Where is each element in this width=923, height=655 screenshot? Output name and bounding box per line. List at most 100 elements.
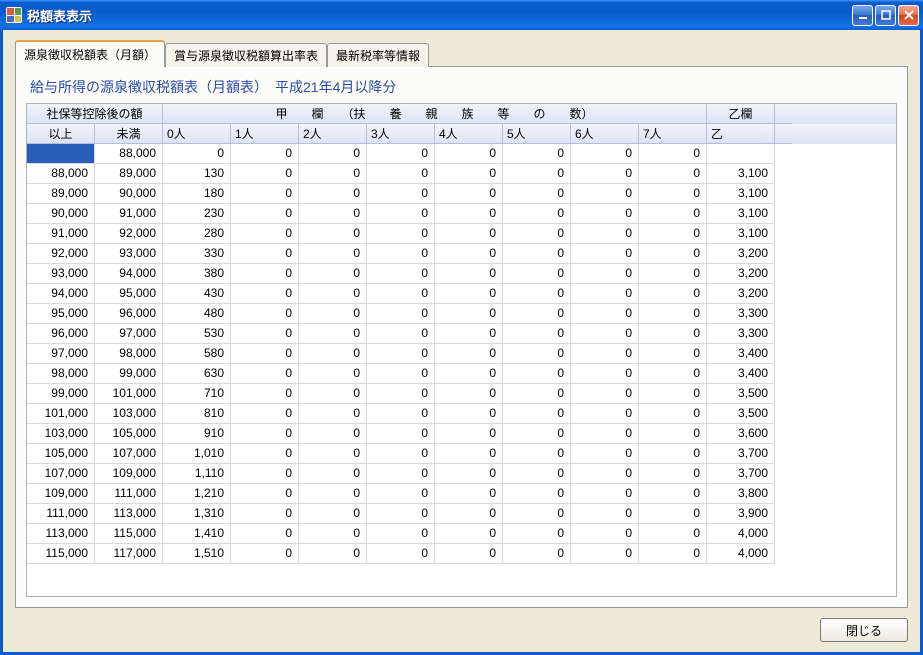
cell-ijo[interactable]	[27, 144, 95, 164]
col-header-miman[interactable]: 未満	[95, 124, 163, 144]
cell-p7[interactable]: 0	[639, 284, 707, 304]
cell-p4[interactable]: 0	[435, 524, 503, 544]
cell-p0[interactable]: 810	[163, 404, 231, 424]
cell-p1[interactable]: 0	[231, 404, 299, 424]
cell-miman[interactable]: 115,000	[95, 524, 163, 544]
cell-p7[interactable]: 0	[639, 364, 707, 384]
cell-p6[interactable]: 0	[571, 244, 639, 264]
cell-p1[interactable]: 0	[231, 524, 299, 544]
cell-p2[interactable]: 0	[299, 524, 367, 544]
cell-ijo[interactable]: 113,000	[27, 524, 95, 544]
cell-p7[interactable]: 0	[639, 184, 707, 204]
cell-p3[interactable]: 0	[367, 504, 435, 524]
cell-p1[interactable]: 0	[231, 464, 299, 484]
table-row[interactable]: 105,000107,0001,01000000003,700	[27, 444, 896, 464]
cell-p5[interactable]: 0	[503, 224, 571, 244]
table-row[interactable]: 93,00094,00038000000003,200	[27, 264, 896, 284]
cell-p2[interactable]: 0	[299, 484, 367, 504]
cell-p5[interactable]: 0	[503, 204, 571, 224]
cell-p4[interactable]: 0	[435, 344, 503, 364]
cell-p5[interactable]: 0	[503, 144, 571, 164]
cell-p3[interactable]: 0	[367, 264, 435, 284]
cell-p2[interactable]: 0	[299, 384, 367, 404]
cell-p6[interactable]: 0	[571, 444, 639, 464]
cell-p7[interactable]: 0	[639, 384, 707, 404]
cell-p7[interactable]: 0	[639, 344, 707, 364]
cell-ijo[interactable]: 88,000	[27, 164, 95, 184]
cell-ijo[interactable]: 111,000	[27, 504, 95, 524]
cell-p1[interactable]: 0	[231, 264, 299, 284]
cell-p0[interactable]: 1,310	[163, 504, 231, 524]
cell-p1[interactable]: 0	[231, 244, 299, 264]
cell-p3[interactable]: 0	[367, 304, 435, 324]
table-row[interactable]: 89,00090,00018000000003,100	[27, 184, 896, 204]
col-header-kou[interactable]: 甲 欄 （扶 養 親 族 等 の 数）	[163, 104, 707, 124]
cell-p1[interactable]: 0	[231, 504, 299, 524]
cell-p6[interactable]: 0	[571, 484, 639, 504]
cell-p4[interactable]: 0	[435, 164, 503, 184]
cell-p2[interactable]: 0	[299, 204, 367, 224]
cell-p5[interactable]: 0	[503, 384, 571, 404]
cell-p3[interactable]: 0	[367, 244, 435, 264]
col-header-otsu-span[interactable]: 乙欄	[707, 104, 775, 124]
table-row[interactable]: 91,00092,00028000000003,100	[27, 224, 896, 244]
cell-p4[interactable]: 0	[435, 364, 503, 384]
cell-p4[interactable]: 0	[435, 484, 503, 504]
cell-p0[interactable]: 630	[163, 364, 231, 384]
cell-p3[interactable]: 0	[367, 404, 435, 424]
cell-miman[interactable]: 96,000	[95, 304, 163, 324]
cell-otsu[interactable]: 3,400	[707, 344, 775, 364]
cell-p6[interactable]: 0	[571, 544, 639, 564]
cell-p2[interactable]: 0	[299, 224, 367, 244]
cell-p0[interactable]: 0	[163, 144, 231, 164]
table-row[interactable]: 96,00097,00053000000003,300	[27, 324, 896, 344]
cell-p6[interactable]: 0	[571, 344, 639, 364]
cell-p3[interactable]: 0	[367, 384, 435, 404]
cell-ijo[interactable]: 93,000	[27, 264, 95, 284]
cell-p1[interactable]: 0	[231, 224, 299, 244]
cell-ijo[interactable]: 95,000	[27, 304, 95, 324]
col-header-otsu[interactable]: 乙	[707, 124, 775, 144]
cell-miman[interactable]: 97,000	[95, 324, 163, 344]
maximize-button[interactable]	[875, 5, 896, 26]
cell-miman[interactable]: 117,000	[95, 544, 163, 564]
cell-p6[interactable]: 0	[571, 424, 639, 444]
cell-ijo[interactable]: 103,000	[27, 424, 95, 444]
cell-p3[interactable]: 0	[367, 444, 435, 464]
cell-p7[interactable]: 0	[639, 204, 707, 224]
cell-otsu[interactable]	[707, 144, 775, 164]
table-row[interactable]: 99,000101,00071000000003,500	[27, 384, 896, 404]
cell-p6[interactable]: 0	[571, 144, 639, 164]
cell-otsu[interactable]: 3,100	[707, 184, 775, 204]
cell-p4[interactable]: 0	[435, 544, 503, 564]
cell-p5[interactable]: 0	[503, 304, 571, 324]
cell-p6[interactable]: 0	[571, 464, 639, 484]
cell-otsu[interactable]: 3,200	[707, 284, 775, 304]
cell-otsu[interactable]: 3,300	[707, 324, 775, 344]
cell-ijo[interactable]: 94,000	[27, 284, 95, 304]
cell-p0[interactable]: 130	[163, 164, 231, 184]
cell-p0[interactable]: 480	[163, 304, 231, 324]
cell-p5[interactable]: 0	[503, 444, 571, 464]
cell-p4[interactable]: 0	[435, 464, 503, 484]
table-row[interactable]: 109,000111,0001,21000000003,800	[27, 484, 896, 504]
cell-p7[interactable]: 0	[639, 464, 707, 484]
cell-p2[interactable]: 0	[299, 164, 367, 184]
cell-ijo[interactable]: 98,000	[27, 364, 95, 384]
cell-p2[interactable]: 0	[299, 444, 367, 464]
col-header-1nin[interactable]: 1人	[231, 124, 299, 144]
cell-p1[interactable]: 0	[231, 304, 299, 324]
cell-ijo[interactable]: 101,000	[27, 404, 95, 424]
cell-p0[interactable]: 1,410	[163, 524, 231, 544]
cell-otsu[interactable]: 3,700	[707, 444, 775, 464]
cell-miman[interactable]: 109,000	[95, 464, 163, 484]
cell-p4[interactable]: 0	[435, 304, 503, 324]
col-header-shakai[interactable]: 社保等控除後の額	[27, 104, 163, 124]
cell-otsu[interactable]: 3,900	[707, 504, 775, 524]
col-header-6nin[interactable]: 6人	[571, 124, 639, 144]
cell-p5[interactable]: 0	[503, 364, 571, 384]
table-row[interactable]: 95,00096,00048000000003,300	[27, 304, 896, 324]
cell-p7[interactable]: 0	[639, 504, 707, 524]
cell-ijo[interactable]: 115,000	[27, 544, 95, 564]
cell-p5[interactable]: 0	[503, 164, 571, 184]
